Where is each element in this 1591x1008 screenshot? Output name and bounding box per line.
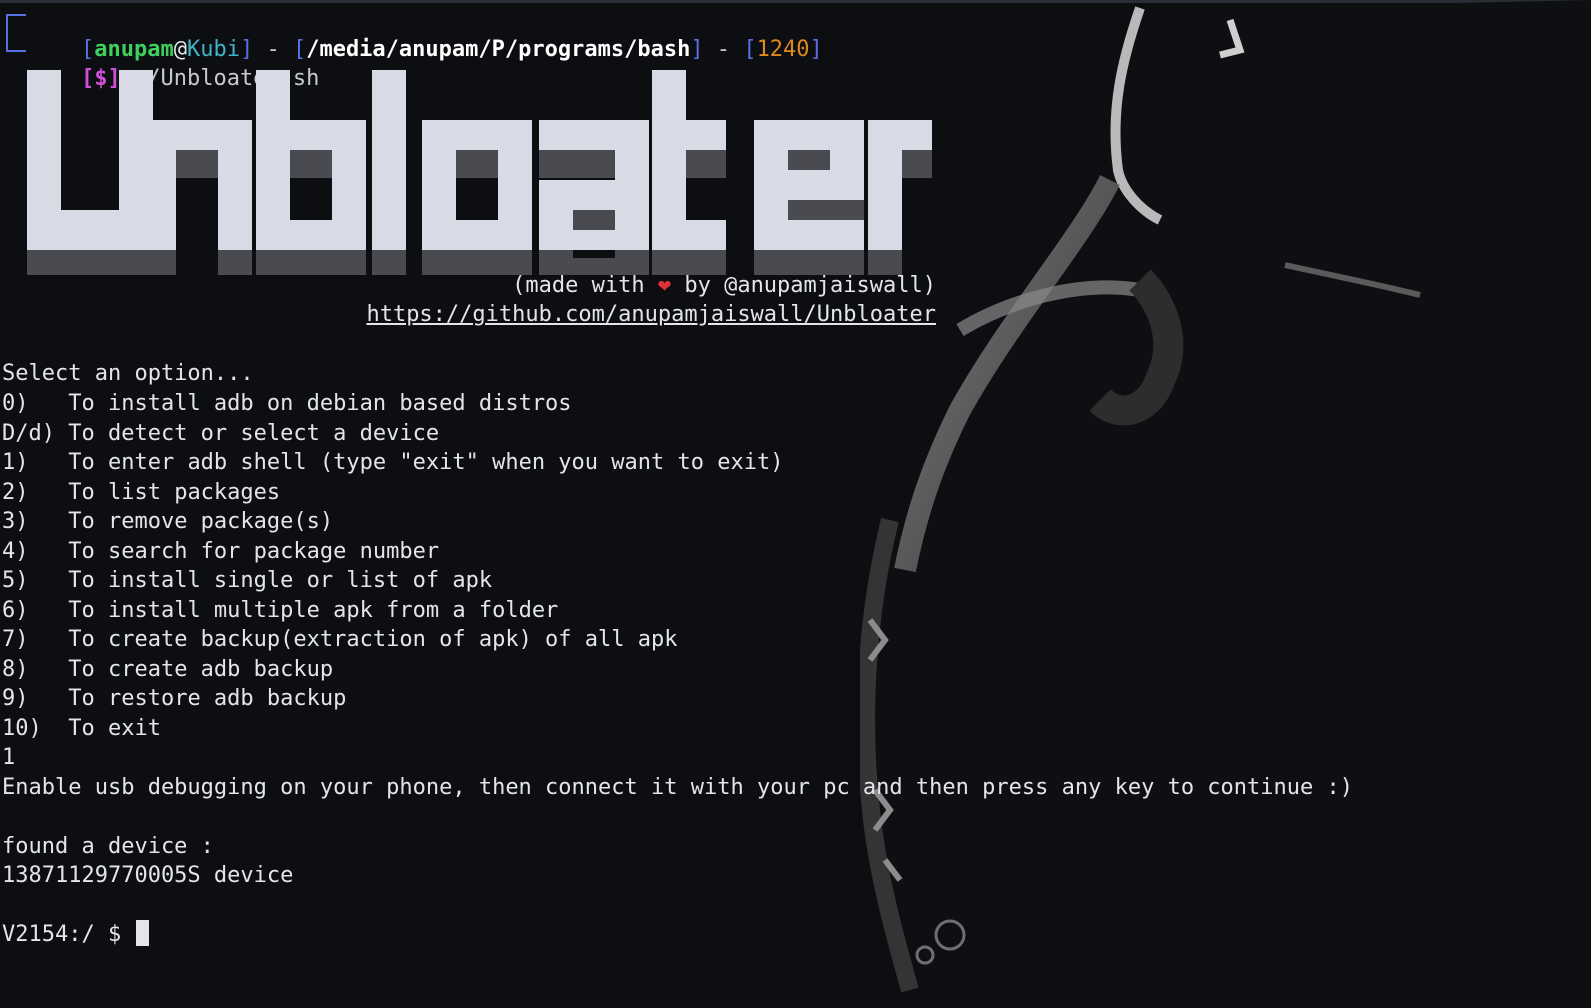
menu-option: 10) To exit <box>2 714 161 744</box>
text-cursor <box>136 920 150 946</box>
menu-option-key: 7) <box>2 627 69 652</box>
menu-option: 3) To remove package(s) <box>2 507 333 537</box>
menu-option: 9) To restore adb backup <box>2 684 346 714</box>
menu-option-key: 0) <box>2 391 69 416</box>
menu-option: D/d) To detect or select a device <box>2 419 439 449</box>
menu-option-key: 3) <box>2 509 69 534</box>
menu-option-key: 4) <box>2 539 69 564</box>
menu-header: Select an option... <box>2 361 254 386</box>
menu-option-text: To search for package number <box>68 539 440 564</box>
shell-prompt-line[interactable]: V2154:/ $ <box>2 920 150 950</box>
menu-option-key: 9) <box>2 686 69 711</box>
user-input-line: 1 <box>2 745 16 770</box>
banner-credit: (made with ❤ by @anupamjaiswall) <box>512 271 936 301</box>
menu-option-text: To create adb backup <box>68 657 334 682</box>
menu-option: 4) To search for package number <box>2 537 439 567</box>
prompt-separator-2: - <box>703 37 744 62</box>
menu-option: 1) To enter adb shell (type "exit" when … <box>2 448 783 478</box>
menu-option-key: 10) <box>2 716 69 741</box>
prompt-path: /media/anupam/P/programs/bash <box>306 37 691 62</box>
menu-option: 7) To create backup(extraction of apk) o… <box>2 625 678 655</box>
menu-option: 0) To install adb on debian based distro… <box>2 389 572 419</box>
credit-prefix: (made with <box>512 273 658 298</box>
menu-option-key: 5) <box>2 568 69 593</box>
github-link[interactable]: https://github.com/anupamjaiswall/Unbloa… <box>366 300 936 330</box>
menu-option-text: To restore adb backup <box>68 686 347 711</box>
menu-option: 5) To install single or list of apk <box>2 566 492 596</box>
menu-option-text: To create backup(extraction of apk) of a… <box>68 627 678 652</box>
menu-option-key: 2) <box>2 480 69 505</box>
menu-option-text: To install multiple apk from a folder <box>68 598 559 623</box>
menu-option-key: 1) <box>2 450 69 475</box>
menu-option-text: To exit <box>68 716 161 741</box>
menu-option: 6) To install multiple apk from a folder <box>2 596 558 626</box>
menu-option-text: To install single or list of apk <box>68 568 493 593</box>
menu-option-text: To detect or select a device <box>68 421 440 446</box>
shell-prompt: V2154:/ $ <box>2 922 135 947</box>
menu-option-text: To enter adb shell (type "exit" when you… <box>68 450 784 475</box>
prompt-header-line: [anupam@Kubi] - [/media/anupam/P/program… <box>80 37 823 62</box>
terminal-output[interactable]: [anupam@Kubi] - [/media/anupam/P/program… <box>0 0 1591 1008</box>
menu-option-key: 8) <box>2 657 69 682</box>
menu-option-key: D/d) <box>2 421 69 446</box>
instruction-line: Enable usb debugging on your phone, then… <box>2 775 1354 800</box>
unbloater-ascii-banner <box>27 70 932 275</box>
device-line: 13871129770005S device <box>2 863 294 888</box>
credit-suffix: by @anupamjaiswall) <box>671 273 936 298</box>
menu-option-key: 6) <box>2 598 69 623</box>
prompt-exit-code: 1240 <box>756 37 810 62</box>
found-device-label: found a device : <box>2 834 214 859</box>
heart-icon: ❤ <box>657 273 672 298</box>
menu-option-text: To list packages <box>68 480 281 505</box>
menu-option: 8) To create adb backup <box>2 655 333 685</box>
prompt-frame-corner <box>6 14 26 52</box>
menu-option: 2) To list packages <box>2 478 280 508</box>
menu-option-text: To install adb on debian based distros <box>68 391 572 416</box>
menu-option-text: To remove package(s) <box>68 509 334 534</box>
